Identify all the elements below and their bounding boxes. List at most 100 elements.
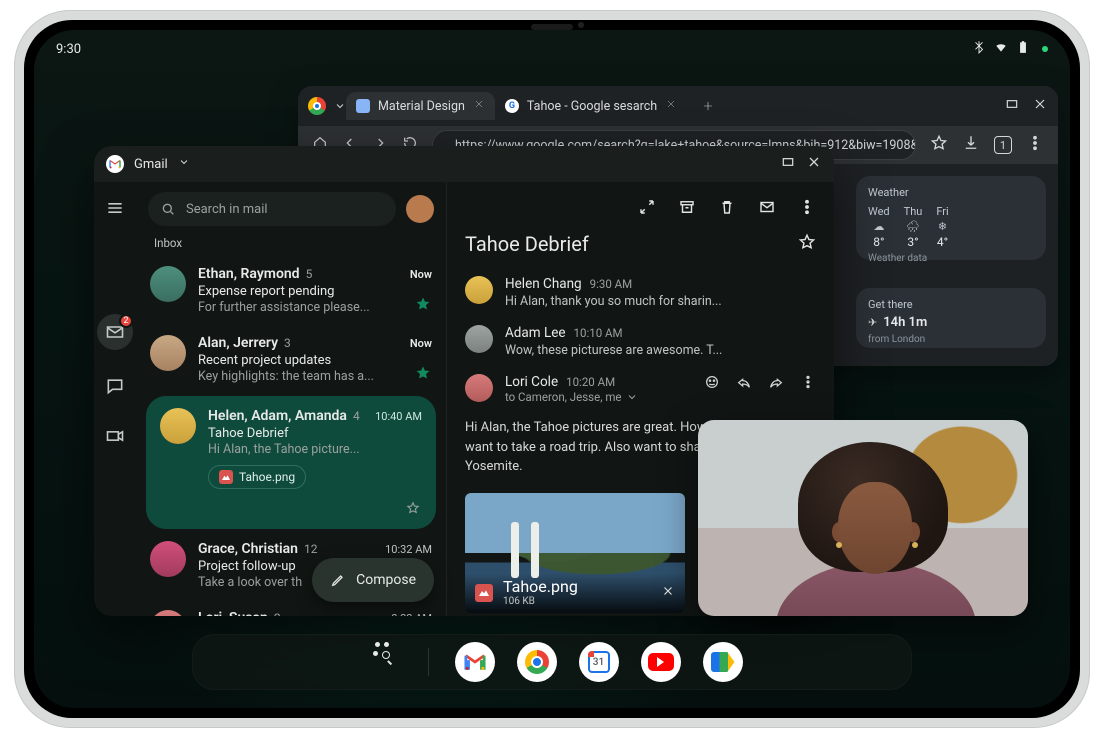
delete-icon[interactable] xyxy=(718,198,736,220)
weather-caption: Weather data xyxy=(868,253,1034,264)
forward-icon[interactable] xyxy=(768,374,784,394)
tab-tahoe-search[interactable]: G Tahoe - Google sesarch xyxy=(495,92,687,120)
meet-icon[interactable] xyxy=(105,426,125,450)
route-card[interactable]: Get there ✈ 14h 1m from London xyxy=(856,288,1046,348)
thread-ethan[interactable]: Ethan, Raymond5Now Expense report pendin… xyxy=(136,256,446,325)
avatar xyxy=(465,276,493,304)
archive-icon[interactable] xyxy=(678,198,696,220)
message-helen[interactable]: Helen Chang9:30 AM Hi Alan, thank you so… xyxy=(447,268,834,317)
video-participant xyxy=(738,442,988,616)
avatar xyxy=(150,541,186,577)
avatar xyxy=(160,408,196,444)
close-icon[interactable] xyxy=(806,154,822,174)
chrome-app-chevron-icon[interactable] xyxy=(334,97,346,116)
read-actions xyxy=(447,182,834,228)
message-lori[interactable]: Lori Cole10:20 AM to Cameron, Jesse, me xyxy=(447,366,834,412)
star-icon[interactable] xyxy=(406,500,420,519)
attachment-name: Tahoe.png xyxy=(503,578,578,596)
tab-label: Material Design xyxy=(378,99,465,114)
search-placeholder: Search in mail xyxy=(186,202,268,217)
message-adam[interactable]: Adam Lee10:10 AM Wow, these picturese ar… xyxy=(447,317,834,366)
tab-material-design[interactable]: Material Design xyxy=(346,92,495,120)
more-icon[interactable] xyxy=(1026,134,1044,156)
tab-count[interactable]: 1 xyxy=(994,136,1012,154)
tablet-frame: 9:30 Material Design xyxy=(14,10,1090,728)
recipients-line[interactable]: to Cameron, Jesse, me xyxy=(505,390,638,404)
new-tab-button[interactable] xyxy=(695,93,721,119)
maximize-icon[interactable] xyxy=(780,154,796,174)
star-icon[interactable] xyxy=(416,296,430,315)
video-call-pip[interactable] xyxy=(698,420,1028,616)
chrome-tabstrip: Material Design G Tahoe - Google sesarch xyxy=(298,86,1058,126)
taskbar-calendar[interactable] xyxy=(579,642,619,682)
download-icon[interactable] xyxy=(962,134,980,156)
rail-mail-button[interactable]: 2 xyxy=(97,314,133,350)
attachment-bar: Tahoe.png 106 KB xyxy=(465,573,685,613)
reply-icon[interactable] xyxy=(736,374,752,394)
star-icon[interactable] xyxy=(798,232,816,256)
menu-icon[interactable] xyxy=(105,198,125,222)
more-icon[interactable] xyxy=(800,374,816,394)
chrome-app-icon xyxy=(308,97,326,115)
maximize-icon[interactable] xyxy=(1004,96,1020,116)
route-from: from London xyxy=(868,334,1034,345)
material-favicon xyxy=(356,99,370,113)
taskbar-chrome[interactable] xyxy=(517,642,557,682)
gmail-titlebar: Gmail xyxy=(94,146,834,182)
taskbar-meet[interactable] xyxy=(703,642,743,682)
all-apps-button[interactable] xyxy=(362,642,402,682)
weather-day-thu: Thu🌧3° xyxy=(904,205,923,249)
search-icon xyxy=(160,201,176,217)
google-favicon: G xyxy=(505,99,519,113)
avatar xyxy=(150,266,186,302)
compose-fab[interactable]: Compose xyxy=(312,558,434,602)
tablet-screen: 9:30 Material Design xyxy=(34,30,1070,708)
mark-unread-icon[interactable] xyxy=(758,198,776,220)
search-input[interactable]: Search in mail xyxy=(148,192,396,226)
tablet-bezel: 9:30 Material Design xyxy=(24,20,1080,718)
rain-icon: 🌧 xyxy=(906,220,920,233)
weather-day-fri: Fri❄4° xyxy=(936,205,948,249)
star-icon[interactable] xyxy=(416,365,430,384)
thread-alan[interactable]: Alan, Jerrery3Now Recent project updates… xyxy=(136,325,446,394)
weather-card[interactable]: Weather Wed☁8° Thu🌧3° Fri❄4° Weather dat… xyxy=(856,176,1046,260)
taskbar-youtube[interactable] xyxy=(641,642,681,682)
weather-heading: Weather xyxy=(868,186,1034,199)
chat-icon[interactable] xyxy=(105,376,125,400)
image-icon xyxy=(475,584,493,602)
battery-icon xyxy=(1016,40,1030,58)
tab-label: Tahoe - Google sesarch xyxy=(527,99,657,114)
close-icon[interactable] xyxy=(665,98,677,114)
pencil-icon xyxy=(330,572,346,588)
avatar xyxy=(150,335,186,371)
taskbar-gmail[interactable] xyxy=(455,642,495,682)
read-title-row: Tahoe Debrief xyxy=(447,228,834,268)
expand-icon[interactable] xyxy=(638,198,656,220)
thread-tahoe[interactable]: Helen, Adam, Amanda410:40 AM Tahoe Debri… xyxy=(146,396,436,529)
cloud-icon: ☁ xyxy=(873,220,884,233)
chevron-down-icon[interactable] xyxy=(178,156,190,172)
camera-dot xyxy=(578,22,584,28)
section-inbox[interactable]: Inbox xyxy=(136,232,446,256)
taskbar-divider xyxy=(428,648,429,676)
attachment-chip[interactable]: Tahoe.png xyxy=(208,465,306,489)
read-title: Tahoe Debrief xyxy=(465,232,589,256)
emoji-icon[interactable] xyxy=(704,374,720,394)
route-duration: 14h 1m xyxy=(883,315,927,330)
avatar xyxy=(465,325,493,353)
close-icon[interactable] xyxy=(473,98,485,114)
close-icon[interactable] xyxy=(661,583,675,602)
star-icon[interactable] xyxy=(930,134,948,156)
plane-icon: ✈ xyxy=(868,316,877,329)
attachment-preview[interactable]: Tahoe.png 106 KB xyxy=(465,493,685,613)
wifi-icon xyxy=(994,40,1008,58)
more-icon[interactable] xyxy=(798,198,816,220)
gmail-logo-icon xyxy=(106,155,124,173)
status-time: 9:30 xyxy=(56,42,81,57)
close-icon[interactable] xyxy=(1032,96,1048,116)
status-bar: 9:30 xyxy=(34,38,1070,60)
account-avatar[interactable] xyxy=(406,195,434,223)
attachment-size: 106 KB xyxy=(503,596,578,607)
thread-lori[interactable]: Lori, Susan28:22 AM xyxy=(136,600,446,616)
gmail-nav-rail: 2 xyxy=(94,182,136,616)
